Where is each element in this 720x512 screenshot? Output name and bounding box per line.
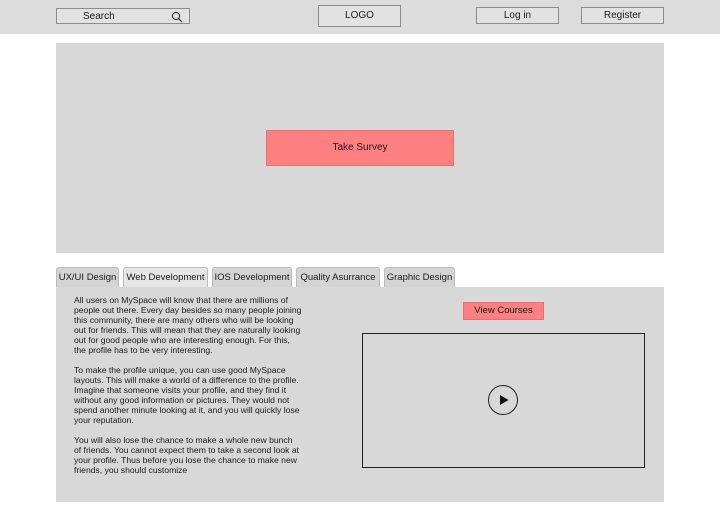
tab-graphic-design[interactable]: Graphic Design [384, 267, 455, 287]
paragraph: To make the profile unique, you can use … [74, 365, 300, 425]
login-button[interactable]: Log in [476, 7, 559, 24]
play-icon [500, 395, 509, 405]
play-button[interactable] [488, 385, 518, 415]
take-survey-button[interactable]: Take Survey [266, 130, 454, 166]
search-label: Search [83, 11, 115, 22]
tab-web-development[interactable]: Web Development [123, 267, 208, 287]
register-button[interactable]: Register [581, 7, 664, 24]
search-icon[interactable] [171, 11, 183, 23]
view-courses-button[interactable]: View Courses [463, 302, 544, 320]
course-description: All users on MySpace will know that ther… [74, 295, 302, 497]
video-player[interactable] [362, 333, 645, 468]
tab-ios-development[interactable]: IOS Development [212, 267, 292, 287]
tab-ux-ui-design[interactable]: UX/UI Design [56, 267, 119, 287]
tab-content-panel: All users on MySpace will know that ther… [56, 287, 664, 502]
paragraph: You will also lose the chance to make a … [74, 435, 300, 475]
logo[interactable]: LOGO [318, 5, 401, 27]
search-input[interactable]: Search [56, 8, 190, 24]
paragraph: All users on MySpace will know that ther… [74, 295, 302, 355]
hero-banner: Take Survey [56, 43, 664, 253]
tab-quality-assurance[interactable]: Quality Asurrance [296, 267, 380, 287]
top-navigation-bar: Search LOGO Log in Register [0, 0, 720, 34]
